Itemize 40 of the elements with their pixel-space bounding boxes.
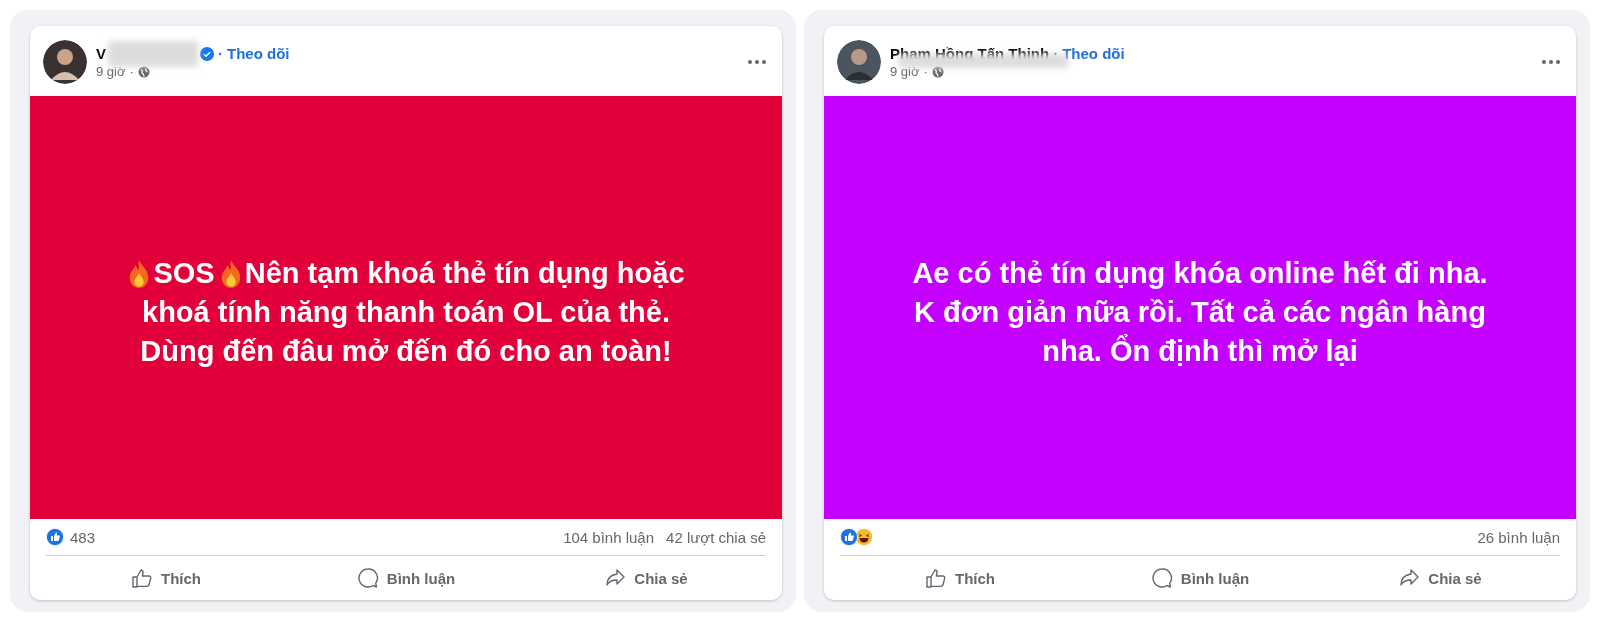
action-button[interactable]: Chia sẻ — [1320, 560, 1560, 596]
globe-icon — [137, 65, 150, 78]
separator-dot: · — [218, 45, 223, 62]
globe-icon — [931, 65, 944, 78]
post-time[interactable]: 9 giờ — [890, 64, 920, 79]
post-text: Dùng đến đâu mở đến đó cho an toàn! — [140, 334, 672, 369]
thumbs-up-icon — [925, 567, 947, 589]
action-button[interactable]: Thích — [840, 560, 1080, 596]
action-button[interactable]: Bình luận — [1080, 560, 1320, 596]
thumbs-up-icon — [131, 567, 153, 589]
comment-icon — [356, 567, 379, 589]
post-text: Nên tạm khoá thẻ tín dụng hoặc — [244, 256, 685, 291]
like-reaction-icon[interactable] — [840, 528, 858, 546]
like-reaction-icon[interactable] — [46, 528, 64, 546]
stat-link[interactable]: 42 lượt chia sẻ — [666, 528, 766, 546]
avatar-icon[interactable] — [837, 40, 881, 84]
post-time[interactable]: 9 giờ — [96, 64, 126, 79]
post-text: K đơn giản nữa rồi. Tất cả các ngân hàng — [914, 295, 1486, 330]
separator-dot: · — [923, 64, 928, 79]
post-text: SOS — [153, 256, 215, 291]
avatar-icon[interactable] — [43, 40, 87, 84]
post-text: nha. Ổn định thì mở lại — [1042, 333, 1358, 369]
author-name[interactable]: Phạm Hồng Tấn Thịnh — [890, 45, 1050, 62]
stat-link[interactable]: 26 bình luận — [1477, 528, 1560, 546]
post-text: Ae có thẻ tín dụng khóa online hết đi nha. — [912, 256, 1488, 291]
follow-link[interactable]: Theo dõi — [1062, 45, 1125, 62]
reaction-count[interactable]: 483 — [70, 528, 96, 546]
comment-icon — [1150, 567, 1173, 589]
separator-dot: · — [1053, 45, 1059, 62]
action-button[interactable]: Bình luận — [286, 560, 526, 596]
separator-dot: · — [129, 64, 134, 79]
action-button[interactable]: Chia sẻ — [526, 560, 766, 596]
follow-link[interactable]: Theo dõi — [227, 45, 290, 62]
more-options-icon[interactable] — [1542, 60, 1560, 64]
laughing-face-icon[interactable] — [855, 528, 873, 546]
more-options-icon[interactable] — [748, 60, 766, 64]
stat-link[interactable]: 104 bình luận — [563, 528, 655, 546]
author-name[interactable]: V — [96, 45, 106, 62]
post-text: khoá tính năng thanh toán OL của thẻ. — [142, 295, 670, 330]
action-button[interactable]: Thích — [46, 560, 286, 596]
